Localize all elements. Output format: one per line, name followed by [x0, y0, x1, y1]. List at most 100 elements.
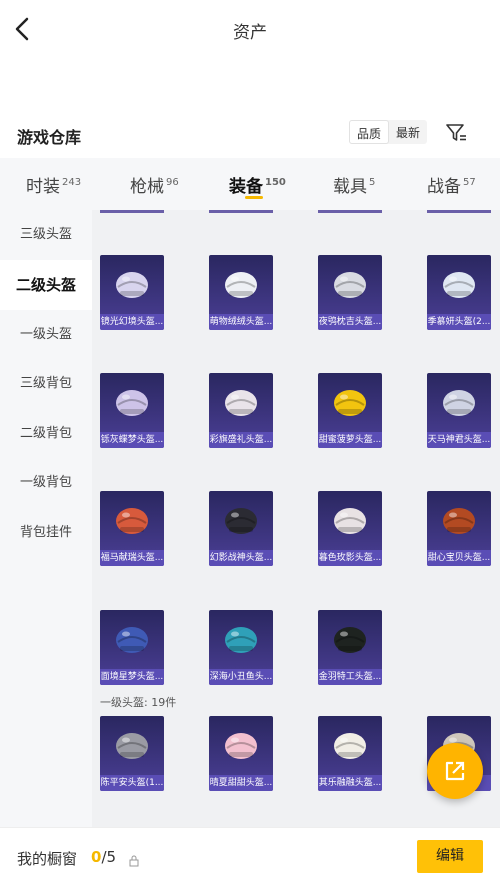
warehouse-header: 游戏仓库 品质 最新: [0, 118, 500, 152]
edit-button[interactable]: 编辑: [417, 840, 483, 873]
tab-equipment[interactable]: 装备 150: [229, 172, 286, 197]
helmet-icon: [221, 499, 261, 539]
item-name: 萌物绒绒头盔...: [209, 314, 273, 330]
helmet-icon: [439, 499, 479, 539]
sidebar-item-level1-helmet[interactable]: 一级头盔: [0, 310, 92, 360]
item-name: 幻影战神头盔...: [209, 550, 273, 566]
helmet-icon: [330, 724, 370, 764]
item-name: 陈平安头盔(1...: [100, 775, 164, 791]
top-bar: 资产: [0, 0, 500, 58]
item-card[interactable]: 面境星梦头盔...: [100, 610, 164, 685]
sidebar-item-level1-backpack[interactable]: 一级背包: [0, 458, 92, 508]
item-card[interactable]: 深海小丑鱼头...: [209, 610, 273, 685]
showcase-label: 我的橱窗: [17, 850, 78, 868]
item-card[interactable]: 晴夏甜甜头盔...: [209, 716, 273, 791]
helmet-icon: [330, 499, 370, 539]
sidebar-item-backpack-charm[interactable]: 背包挂件: [0, 508, 92, 558]
subcategory-sidebar: 三级头盔 二级头盔 一级头盔 三级背包 二级背包 一级背包 背包挂件: [0, 210, 92, 827]
item-card[interactable]: 镜光幻境头盔...: [100, 255, 164, 330]
helmet-icon: [221, 381, 261, 421]
item-name: 甜心宝贝头盔...: [427, 550, 491, 566]
helmet-icon: [112, 381, 152, 421]
section-caption: 一级头盔: 19件: [100, 696, 177, 709]
helmet-icon: [330, 263, 370, 303]
item-card[interactable]: 陈平安头盔(1...: [100, 716, 164, 791]
tab-count: 96: [166, 177, 179, 189]
helmet-icon: [112, 724, 152, 764]
item-card[interactable]: 其乐融融头盔...: [318, 716, 382, 791]
tab-vehicles[interactable]: 载具 5: [333, 172, 375, 197]
share-fab[interactable]: [427, 743, 483, 799]
helmet-icon: [439, 263, 479, 303]
share-icon: [445, 761, 465, 781]
item-name: 福马献瑞头盔...: [100, 550, 164, 566]
item-name: 铄灰蝶梦头盔...: [100, 432, 164, 448]
tab-supplies[interactable]: 战备 57: [427, 172, 476, 197]
tab-count: 243: [62, 177, 82, 189]
tab-guns[interactable]: 枪械 96: [130, 172, 179, 197]
card-edge: [100, 210, 164, 213]
item-card[interactable]: 金羽特工头盔...: [318, 610, 382, 685]
item-card[interactable]: 铄灰蝶梦头盔...: [100, 373, 164, 448]
helmet-icon: [112, 263, 152, 303]
item-name: 面境星梦头盔...: [100, 669, 164, 685]
page-title: 资产: [233, 23, 267, 43]
item-name: 暮色玫影头盔...: [318, 550, 382, 566]
item-name: 其乐融融头盔...: [318, 775, 382, 791]
tab-fashion[interactable]: 时装 243: [26, 172, 81, 197]
tab-label: 战备: [427, 177, 461, 197]
helmet-icon: [330, 381, 370, 421]
item-card[interactable]: 萌物绒绒头盔...: [209, 255, 273, 330]
tab-count: 5: [369, 177, 376, 189]
sidebar-item-level3-backpack[interactable]: 三级背包: [0, 359, 92, 409]
item-name: 甜蜜菠萝头盔...: [318, 432, 382, 448]
bottom-bar: 我的橱窗 0/5 编辑: [0, 827, 500, 885]
item-name: 晴夏甜甜头盔...: [209, 775, 273, 791]
item-card[interactable]: 夜鸮枕吉头盔...: [318, 255, 382, 330]
tab-count: 57: [463, 177, 476, 189]
warehouse-title: 游戏仓库: [17, 128, 82, 147]
helmet-icon: [439, 381, 479, 421]
helmet-icon: [221, 263, 261, 303]
item-card[interactable]: 季慕妍头盔(2...: [427, 255, 491, 330]
sort-newest-button[interactable]: 最新: [389, 120, 427, 144]
item-name: 深海小丑鱼头...: [209, 669, 273, 685]
card-edge: [318, 210, 382, 213]
item-card[interactable]: 甜蜜菠萝头盔...: [318, 373, 382, 448]
lock-icon: [129, 852, 139, 867]
sidebar-item-level3-helmet[interactable]: 三级头盔: [0, 210, 92, 260]
sort-toggle: 品质 最新: [349, 120, 428, 144]
item-card[interactable]: 幻影战神头盔...: [209, 491, 273, 566]
item-card[interactable]: 暮色玫影头盔...: [318, 491, 382, 566]
item-name: 彩旗盛礼头盔...: [209, 432, 273, 448]
tab-label: 枪械: [130, 177, 164, 197]
active-tab-indicator: [245, 196, 263, 199]
item-name: 镜光幻境头盔...: [100, 314, 164, 330]
tab-count: 150: [265, 177, 286, 189]
item-name: 夜鸮枕吉头盔...: [318, 314, 382, 330]
item-card[interactable]: 彩旗盛礼头盔...: [209, 373, 273, 448]
card-edge: [427, 210, 491, 213]
showcase-count: 0/5: [91, 848, 116, 866]
item-name: 天马神君头盔...: [427, 432, 491, 448]
helmet-icon: [330, 618, 370, 658]
item-name: 金羽特工头盔...: [318, 669, 382, 685]
helmet-icon: [221, 724, 261, 764]
sidebar-item-level2-helmet[interactable]: 二级头盔: [0, 260, 92, 310]
tab-label: 装备: [229, 177, 263, 197]
tab-label: 时装: [26, 177, 60, 197]
helmet-icon: [112, 618, 152, 658]
helmet-icon: [221, 618, 261, 658]
item-grid: 一级头盔: 19件 镜光幻境头盔... 萌物绒绒头盔... 夜鸮枕吉头盔... 季慕妍…: [92, 210, 500, 827]
helmet-icon: [112, 499, 152, 539]
category-tabs: 时装 243 枪械 96 装备 150 载具 5 战备 57: [0, 158, 500, 210]
showcase-current: 0: [91, 848, 102, 866]
card-edge: [209, 210, 273, 213]
sort-quality-button[interactable]: 品质: [349, 120, 390, 144]
item-card[interactable]: 天马神君头盔...: [427, 373, 491, 448]
filter-icon[interactable]: [445, 122, 467, 144]
sidebar-item-level2-backpack[interactable]: 二级背包: [0, 409, 92, 459]
showcase-total: /5: [101, 848, 117, 866]
item-card[interactable]: 甜心宝贝头盔...: [427, 491, 491, 566]
item-card[interactable]: 福马献瑞头盔...: [100, 491, 164, 566]
